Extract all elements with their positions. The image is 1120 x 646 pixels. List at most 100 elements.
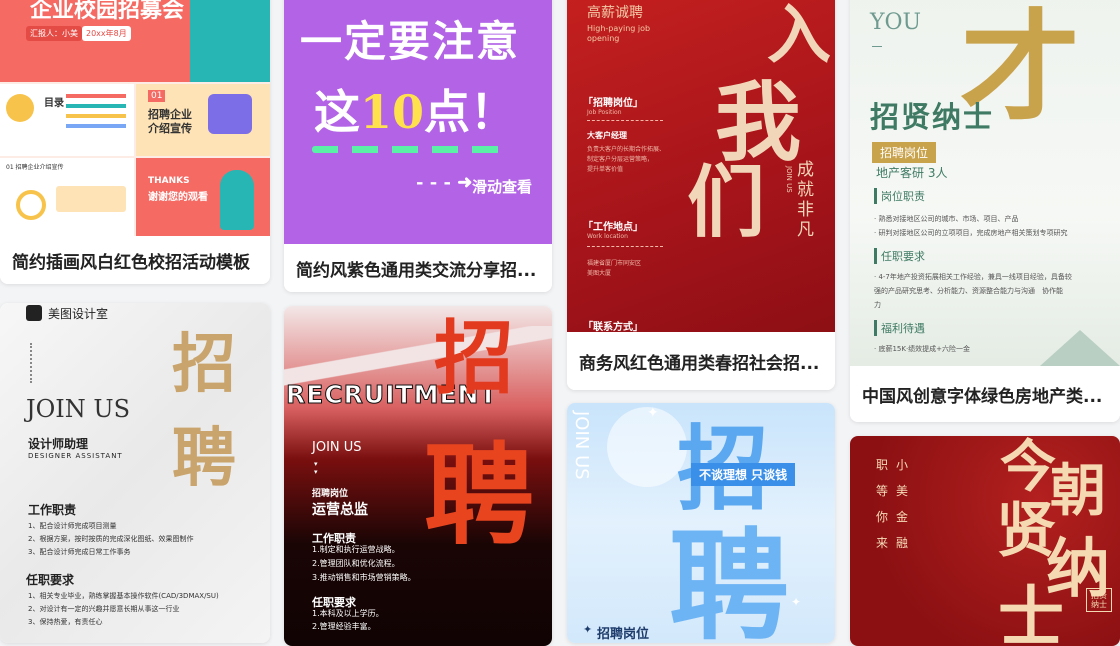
sparkle-icon: ✦ xyxy=(647,405,659,421)
studio-logo-icon xyxy=(26,305,42,321)
poster-req-1: 1、相关专业毕业，熟练掌握基本操作软件(CAD/3DMAX/SU) xyxy=(28,591,219,601)
poster-req-3: 力 xyxy=(874,300,881,310)
poster-thanks-cn: 谢谢您的观看 xyxy=(148,188,208,203)
poster-req-label: 任职要求 xyxy=(874,248,925,264)
template-thumbnail[interactable]: 美图设计室 招 聘 JOIN US 设计师助理 DESIGNER ASSISTA… xyxy=(0,303,270,643)
magnifier-illustration xyxy=(16,190,46,220)
template-title[interactable]: 商务风红色通用类春招社会招... xyxy=(567,332,835,390)
template-card[interactable]: 小美 职等你来 金融 今 朝 贤 纳 士 招贤纳士 xyxy=(850,436,1120,646)
template-thumbnail[interactable]: 高薪诚聘 High-paying job opening 入 我 们 成就非凡 … xyxy=(567,0,835,332)
template-card[interactable]: YOU 才 招贤纳士 招聘岗位 地产客研 3人 岗位职责 · 熟悉对接地区公司的… xyxy=(850,0,1120,422)
poster-role-en: DESIGNER ASSISTANT xyxy=(28,452,123,460)
poster-big-char-1: 招 xyxy=(172,313,236,405)
poster-big-char-2: 朝 xyxy=(1050,446,1106,527)
poster-duty-1: · 熟悉对接地区公司的城市、市场、项目、产品 xyxy=(874,214,1018,224)
poster-duty-1: 1、配合设计师完成项目测量 xyxy=(28,521,116,531)
poster-duty-3: 3、配合设计师完成日常工作事务 xyxy=(28,547,130,557)
poster-duty-3: 3.推动销售和市场营销策略。 xyxy=(312,572,416,583)
template-card[interactable]: 一定要注意 这10点！ - - - ➜ 滑动查看 简约风紫色通用类交流分享招..… xyxy=(284,0,552,292)
poster-benefit-1: · 底薪15K·绩效提成+六险一金 xyxy=(874,344,970,354)
poster-date: 20xx年8月 xyxy=(82,26,131,41)
poster-duty-2: · 研判对接地区公司的立项项目，完成房地产相关策划专项研究 xyxy=(874,228,1067,238)
poster-slogan: 不谈理想 只谈钱 xyxy=(691,463,795,486)
poster-line-2-post: 点！ xyxy=(424,85,516,139)
template-title[interactable]: 中国风创意字体绿色房地产类... xyxy=(850,366,1120,422)
template-title[interactable]: 简约风紫色通用类交流分享招... xyxy=(284,244,552,292)
poster-work-en: Work location xyxy=(587,233,628,240)
poster-seal: 招贤纳士 xyxy=(1086,588,1112,612)
poster-contact-label: 「联系方式」 xyxy=(583,318,643,332)
poster-req-label: 任职要求 xyxy=(26,571,74,588)
poster-benefit-label: 福利待遇 xyxy=(874,320,925,336)
template-thumbnail[interactable]: 一定要注意 这10点！ - - - ➜ 滑动查看 xyxy=(284,0,552,244)
poster-big-char-5: 士 xyxy=(998,564,1064,646)
poster-req-2: 强的产品研究思考、分析能力、资源整合能力与沟通 协作能 xyxy=(874,286,1063,296)
template-card[interactable]: 美图设计室 招 聘 JOIN US 设计师助理 DESIGNER ASSISTA… xyxy=(0,303,270,643)
poster-column-3: 金融 xyxy=(896,504,910,556)
poster-side-en: JOIN US xyxy=(785,166,793,193)
poster-job-desc-2: 制定客户分层运营策略， xyxy=(587,154,653,163)
poster-position-label: 招聘岗位 xyxy=(597,623,649,642)
poster-duty-2: 2.管理团队和优化流程。 xyxy=(312,558,400,569)
template-thumbnail[interactable]: YOU 才 招贤纳士 招聘岗位 地产客研 3人 岗位职责 · 熟悉对接地区公司的… xyxy=(850,0,1120,366)
poster-position-label: 「招聘岗位」 xyxy=(583,94,643,109)
poster-section-number: 01 xyxy=(148,90,165,102)
poster-side-en: JOIN US xyxy=(571,411,592,480)
template-card[interactable]: 企业校园招募会 汇报人：小美 20xx年8月 目录 01 招聘企业 介绍宣传 0… xyxy=(0,0,270,284)
poster-job-title: 大客户经理 xyxy=(587,130,627,141)
poster-job-desc-1: 负责大客户的长期合作拓展、 xyxy=(587,144,665,153)
poster-work-label: 「工作地点」 xyxy=(583,218,643,233)
poster-job-desc-3: 提升单客价值 xyxy=(587,164,623,173)
poster-duty-2: 2、根据方案，按时按质的完成深化图纸、效果图制作 xyxy=(28,534,193,544)
template-card[interactable]: RECRUITMENT 招 聘 JOIN US ▾▾ 招聘岗位 运营总监 工作职… xyxy=(284,306,552,646)
poster-position-en: Job Position xyxy=(587,109,622,116)
template-grid: 企业校园招募会 汇报人：小美 20xx年8月 目录 01 招聘企业 介绍宣传 0… xyxy=(0,0,1120,630)
template-title[interactable]: 简约插画风白红色校招活动模板 xyxy=(0,236,270,284)
poster-req-1: 1.本科及以上学历。 xyxy=(312,608,384,619)
poster-headline: 企业校园招募会 xyxy=(30,0,184,24)
poster-req-1: · 4-7年地产投资拓展相关工作经验，兼具一线项目经验，具备较 xyxy=(874,272,1072,282)
poster-reporter: 汇报人：小美 xyxy=(26,26,82,41)
poster-position-label: 招聘岗位 xyxy=(312,486,348,499)
puzzle-illustration xyxy=(208,94,252,134)
poster-duty-1: 1.制定和执行运营战略。 xyxy=(312,544,400,555)
poster-salary-en: High-paying job opening xyxy=(587,24,667,44)
poster-big-char-1: 招 xyxy=(434,306,514,410)
poster-req-2: 2、对设计有一定的兴趣并愿意长期从事这一行业 xyxy=(28,604,179,614)
dash-divider xyxy=(312,146,500,153)
poster-big-char-2: 聘 xyxy=(424,406,534,566)
illustration-figure xyxy=(6,94,34,122)
poster-work-address-1: 福建省厦门市同安区 xyxy=(587,258,641,267)
template-card[interactable]: JOIN US 招 不谈理想 只谈钱 聘 ✦ ✦ 招聘岗位 ✦ xyxy=(567,403,835,643)
poster-swipe-text: 滑动查看 xyxy=(472,176,532,197)
person-illustration xyxy=(220,170,254,230)
poster-joinus: JOIN US xyxy=(312,440,362,455)
template-card[interactable]: 高薪诚聘 High-paying job opening 入 我 们 成就非凡 … xyxy=(567,0,835,390)
poster-position: 运营总监 xyxy=(312,499,368,519)
poster-toc: 目录 xyxy=(44,94,64,109)
poster-duty-label: 工作职责 xyxy=(28,501,76,518)
poster-intro: 01 招聘企业介绍宣传 xyxy=(6,162,64,171)
poster-work-address-2: 美图大厦 xyxy=(587,268,611,277)
poster-column-2: 职等你来 xyxy=(876,452,890,556)
poster-thanks-en: THANKS xyxy=(148,176,190,186)
poster-line-2-pre: 这 xyxy=(314,85,360,139)
poster-you: YOU xyxy=(870,10,921,35)
poster-position-tag: 招聘岗位 xyxy=(872,142,936,163)
arrow-down-icon: ▾▾ xyxy=(314,460,318,476)
template-thumbnail[interactable]: 企业校园招募会 汇报人：小美 20xx年8月 目录 01 招聘企业 介绍宣传 0… xyxy=(0,0,270,236)
mountain-decoration xyxy=(1040,330,1120,366)
poster-big-char-2: 聘 xyxy=(172,407,236,499)
poster-line-2-number: 10 xyxy=(360,85,424,139)
poster-section-title-2: 介绍宣传 xyxy=(148,120,192,136)
poster-line-1: 一定要注意 xyxy=(300,8,520,69)
poster-joinus: JOIN US xyxy=(26,395,130,423)
template-thumbnail[interactable]: 小美 职等你来 金融 今 朝 贤 纳 士 招贤纳士 xyxy=(850,436,1120,646)
template-thumbnail[interactable]: JOIN US 招 不谈理想 只谈钱 聘 ✦ ✦ 招聘岗位 ✦ xyxy=(567,403,835,643)
poster-column-1: 小美 xyxy=(896,452,910,504)
template-thumbnail[interactable]: RECRUITMENT 招 聘 JOIN US ▾▾ 招聘岗位 运营总监 工作职… xyxy=(284,306,552,646)
poster-duty-label: 岗位职责 xyxy=(874,188,925,204)
poster-big-char-2: 聘 xyxy=(669,489,789,643)
poster-big-char-3: 们 xyxy=(687,140,765,252)
poster-position-value: 地产客研 3人 xyxy=(876,164,947,181)
